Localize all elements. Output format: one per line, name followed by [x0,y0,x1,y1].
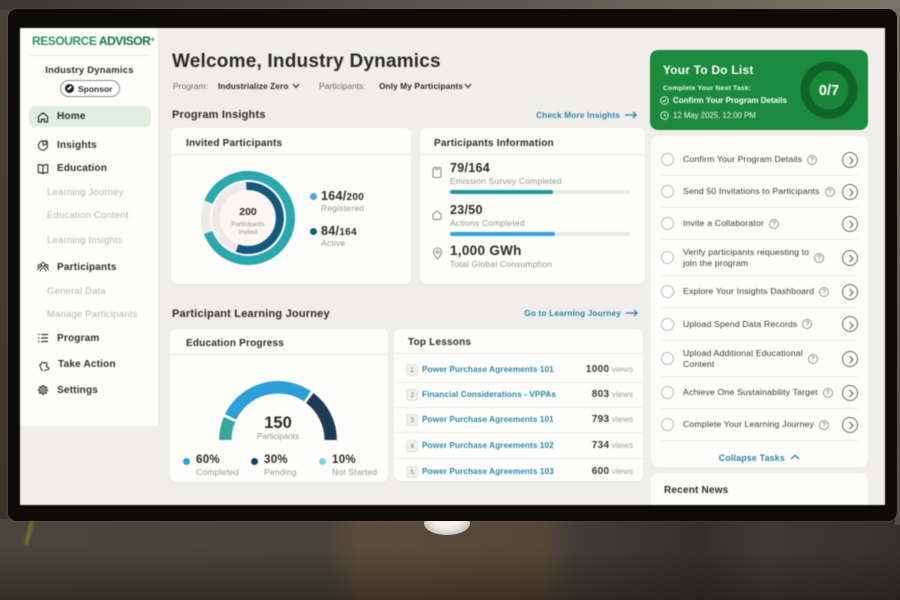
svg-text:200: 200 [239,206,257,218]
svg-text:150: 150 [264,414,292,432]
svg-text:Invited: Invited [239,229,258,236]
svg-text:Participants: Participants [232,221,265,228]
svg-text:Participants: Participants [257,432,299,441]
svg-text:0/7: 0/7 [819,83,839,99]
